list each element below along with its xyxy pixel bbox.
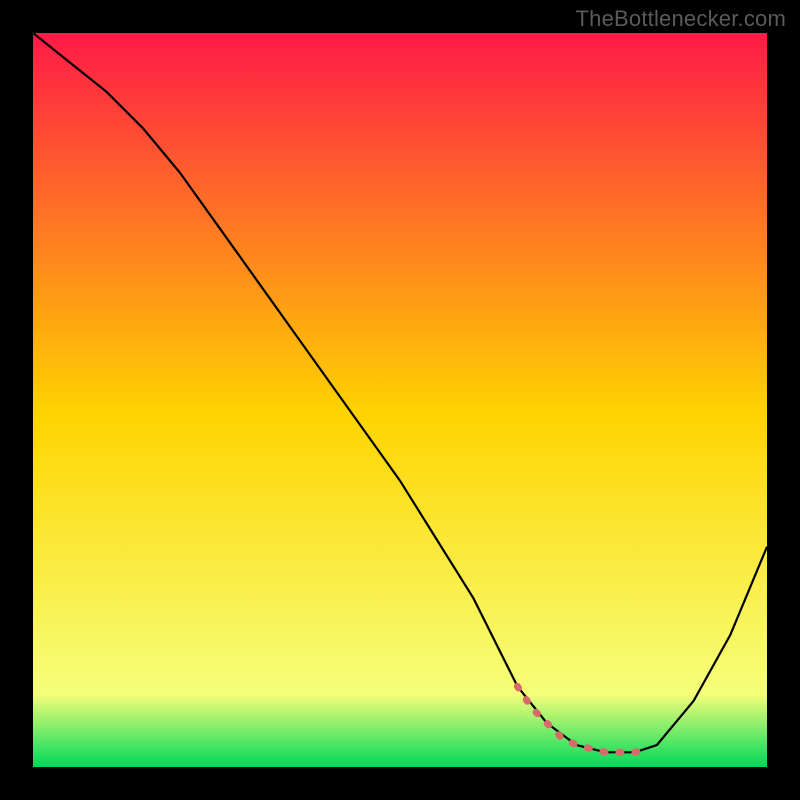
chart-svg [33,33,767,767]
watermark-text: TheBottlenecker.com [576,6,786,32]
gradient-background [33,33,767,767]
chart-frame: TheBottlenecker.com [0,0,800,800]
plot-area [33,33,767,767]
